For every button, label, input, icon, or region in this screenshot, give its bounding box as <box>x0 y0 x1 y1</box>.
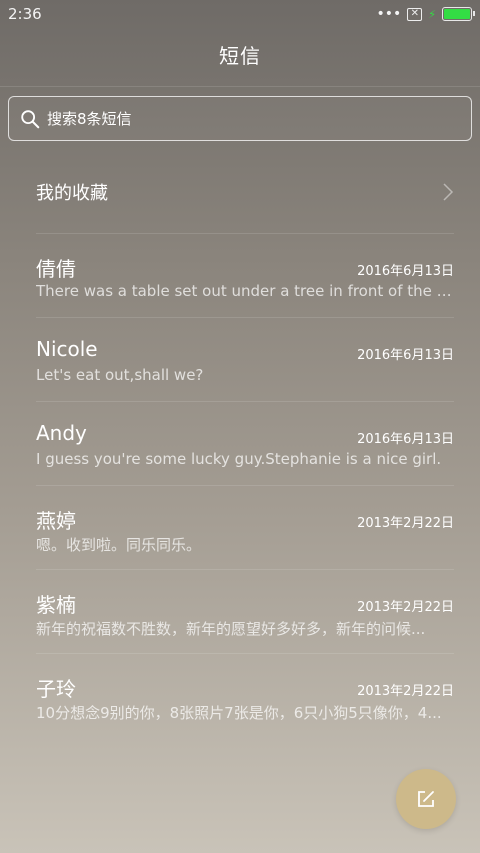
battery-level <box>444 9 470 19</box>
battery-icon <box>442 7 475 21</box>
message-preview: 嗯。收到啦。同乐同乐。 <box>36 536 202 554</box>
contact-name: Nicole <box>36 337 98 361</box>
charging-icon: ⚡ <box>428 7 436 21</box>
conversation-item[interactable]: 子玲 2013年2月22日 10分想念9别的你，8张照片7张是你，6只小狗5只像… <box>36 653 454 737</box>
status-time: 2:36 <box>8 5 42 23</box>
message-date: 2016年6月13日 <box>357 432 454 447</box>
compose-button[interactable] <box>396 769 456 829</box>
message-preview: I guess you're some lucky guy.Stephanie … <box>36 450 442 468</box>
search-icon <box>21 109 40 128</box>
contact-name: 子玲 <box>36 677 76 701</box>
notification-dots-icon: ••• <box>376 6 402 22</box>
conversation-item[interactable]: 倩倩 2016年6月13日 There was a table set out … <box>36 233 454 317</box>
contact-name: 倩倩 <box>36 257 76 281</box>
message-preview: Let's eat out,shall we? <box>36 366 204 384</box>
compose-icon <box>418 791 434 807</box>
message-date: 2013年2月22日 <box>357 684 454 699</box>
no-sim-icon: ✕ <box>407 7 423 21</box>
message-date: 2013年2月22日 <box>357 516 454 531</box>
favorites-label: 我的收藏 <box>36 183 108 204</box>
search-placeholder: 搜索8条短信 <box>47 110 132 128</box>
message-preview: There was a table set out under a tree i… <box>36 282 454 300</box>
favorites-row[interactable]: 我的收藏 <box>36 160 454 224</box>
message-date: 2016年6月13日 <box>357 348 454 363</box>
contact-name: Andy <box>36 421 87 445</box>
contact-name: 燕婷 <box>36 509 76 533</box>
conversation-list: 倩倩 2016年6月13日 There was a table set out … <box>36 233 454 737</box>
page-title: 短信 <box>219 44 261 68</box>
chevron-right-icon <box>443 183 454 201</box>
conversation-item[interactable]: 燕婷 2013年2月22日 嗯。收到啦。同乐同乐。 <box>36 485 454 569</box>
status-bar: 2:36 ••• ✕ ⚡ <box>0 0 480 28</box>
search-input[interactable]: 搜索8条短信 <box>8 96 472 141</box>
contact-name: 紫楠 <box>36 593 76 617</box>
message-date: 2013年2月22日 <box>357 600 454 615</box>
header-divider <box>0 86 480 87</box>
conversation-item[interactable]: Andy 2016年6月13日 I guess you're some luck… <box>36 401 454 485</box>
conversation-item[interactable]: Nicole 2016年6月13日 Let's eat out,shall we… <box>36 317 454 401</box>
message-preview: 新年的祝福数不胜数，新年的愿望好多好多，新年的问候... <box>36 620 426 638</box>
message-date: 2016年6月13日 <box>357 264 454 279</box>
status-icons: ••• ✕ ⚡ <box>376 6 475 22</box>
conversation-item[interactable]: 紫楠 2013年2月22日 新年的祝福数不胜数，新年的愿望好多好多，新年的问候.… <box>36 569 454 653</box>
message-preview: 10分想念9别的你，8张照片7张是你，6只小狗5只像你，4... <box>36 704 442 722</box>
